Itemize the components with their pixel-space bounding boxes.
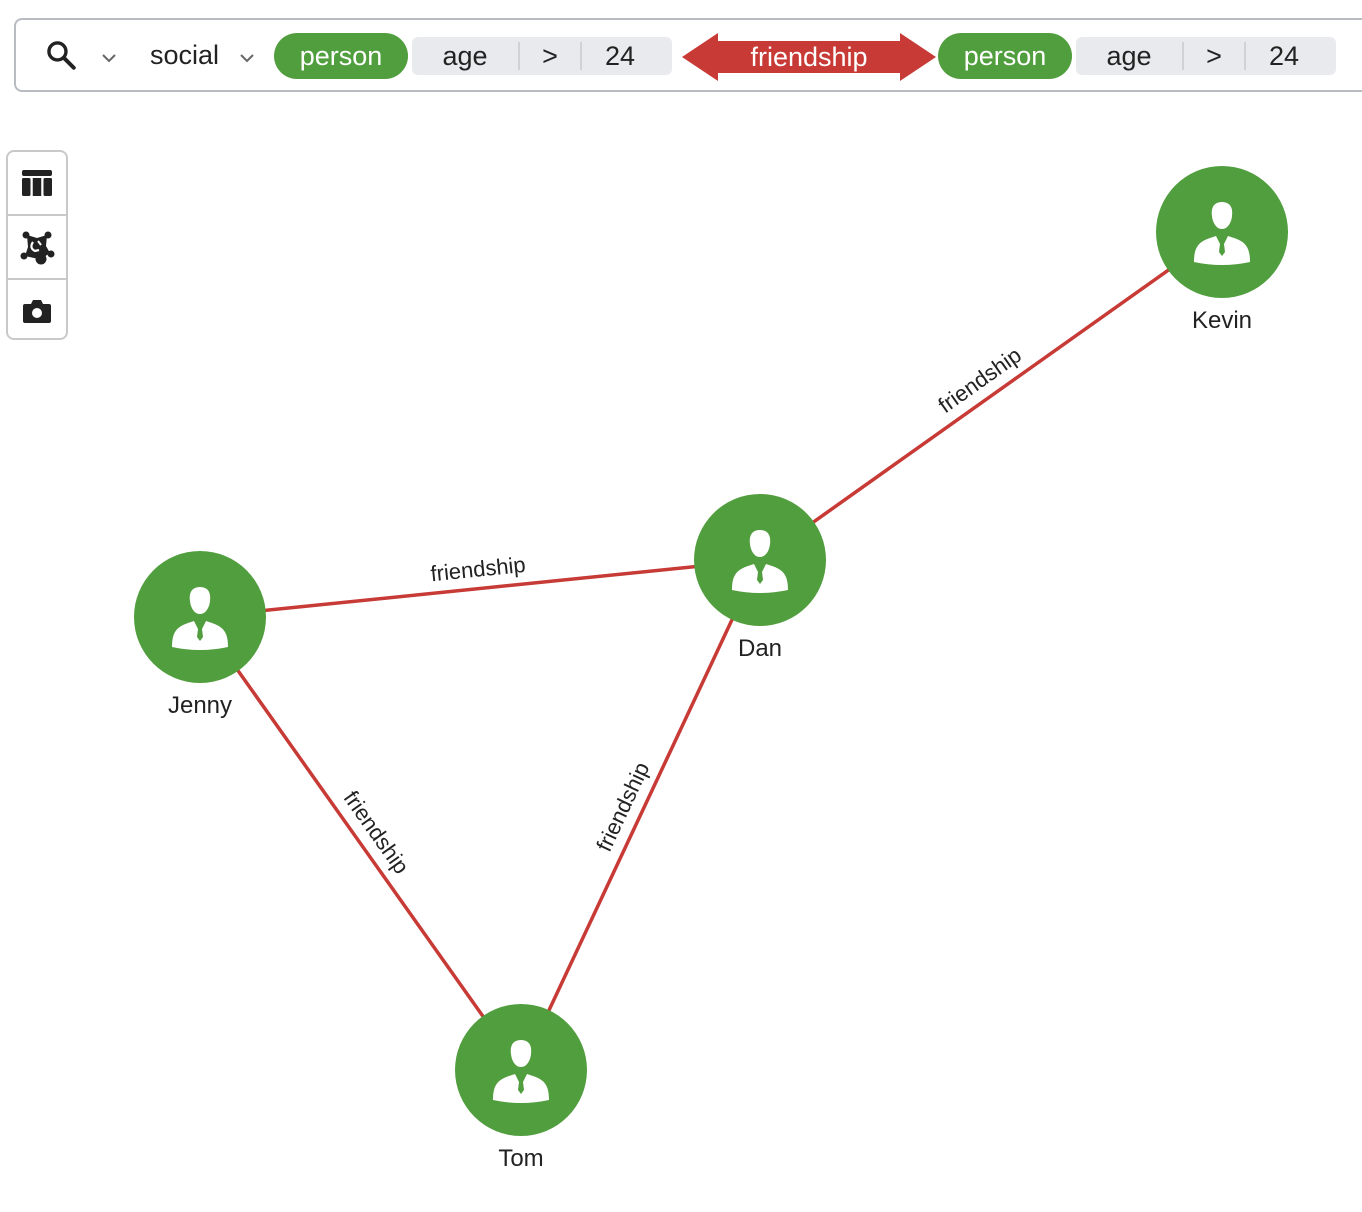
graph-network-icon <box>20 231 55 265</box>
node-circle[interactable] <box>134 551 266 683</box>
condition-property[interactable]: age <box>412 37 518 75</box>
node-label: Dan <box>738 635 782 662</box>
condition-property[interactable]: age <box>1076 37 1182 75</box>
search-icon[interactable] <box>44 38 78 72</box>
node-circle[interactable] <box>694 494 826 626</box>
node-kevin[interactable]: Kevin <box>1156 166 1288 334</box>
node-jenny[interactable]: Jenny <box>134 551 266 719</box>
node-tom[interactable]: Tom <box>455 1004 587 1172</box>
node-dan[interactable]: Dan <box>694 494 826 662</box>
graph-canvas[interactable]: friendshipfriendshipfriendship friendship… <box>0 0 1362 1212</box>
node-label: Kevin <box>1192 307 1252 334</box>
node-circle[interactable] <box>455 1004 587 1136</box>
chevron-down-icon[interactable] <box>238 52 256 64</box>
edge-jenny-tom[interactable] <box>198 615 523 1072</box>
node-label: Jenny <box>168 692 232 719</box>
source-node-condition[interactable]: age > 24 <box>412 37 672 75</box>
condition-operator[interactable]: > <box>1184 37 1244 75</box>
table-icon <box>22 170 52 196</box>
target-node-label-pill[interactable]: person <box>938 33 1072 79</box>
edge-label: friendship <box>429 552 526 587</box>
relationship-pill[interactable]: friendship <box>682 33 936 81</box>
edge-tom-dan[interactable] <box>519 559 762 1071</box>
query-bar: social person age > 24 friendship person… <box>14 18 1362 92</box>
database-selector[interactable]: social <box>150 40 219 71</box>
edge-dan-kevin[interactable] <box>758 230 1224 562</box>
condition-value[interactable]: 24 <box>1246 37 1322 75</box>
table-view-button[interactable] <box>8 152 66 216</box>
graph-view-button[interactable] <box>8 216 66 280</box>
target-node-condition[interactable]: age > 24 <box>1076 37 1336 75</box>
camera-icon <box>23 300 51 323</box>
screenshot-button[interactable] <box>8 280 66 342</box>
node-circle[interactable] <box>1156 166 1288 298</box>
chevron-down-icon[interactable] <box>100 52 118 64</box>
condition-value[interactable]: 24 <box>582 37 658 75</box>
source-node-label-pill[interactable]: person <box>274 33 408 79</box>
condition-operator[interactable]: > <box>520 37 580 75</box>
node-label: Tom <box>498 1145 543 1172</box>
view-toolbar <box>6 150 68 340</box>
relationship-label: friendship <box>750 41 868 72</box>
